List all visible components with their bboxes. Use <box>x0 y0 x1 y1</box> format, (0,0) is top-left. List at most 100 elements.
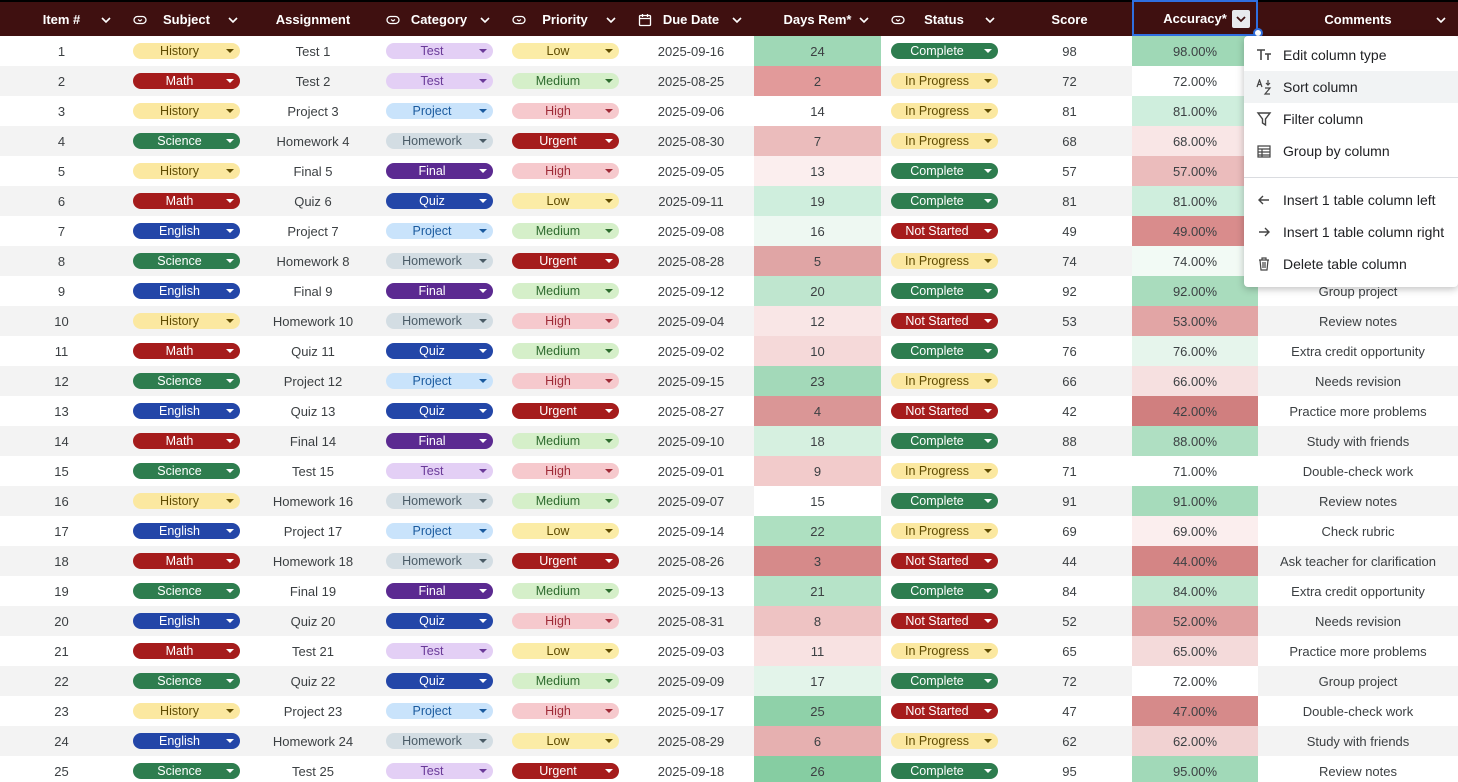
cell-assignment[interactable]: Final 9 <box>250 276 376 306</box>
cell-subject[interactable]: English <box>123 516 250 546</box>
cell-category[interactable]: Test <box>376 36 502 66</box>
cell-subject[interactable]: Science <box>123 576 250 606</box>
column-header-days[interactable]: Days Rem* <box>754 0 881 36</box>
category-chip[interactable]: Test <box>385 463 493 479</box>
cell-score[interactable]: 81 <box>1007 186 1132 216</box>
cell-priority[interactable]: High <box>502 606 628 636</box>
status-chip[interactable]: Complete <box>890 673 998 689</box>
cell-item[interactable]: 22 <box>0 666 123 696</box>
cell-category[interactable]: Project <box>376 516 502 546</box>
category-chip[interactable]: Final <box>385 283 493 299</box>
cell-score[interactable]: 92 <box>1007 276 1132 306</box>
cell-assignment[interactable]: Homework 16 <box>250 486 376 516</box>
cell-subject[interactable]: History <box>123 306 250 336</box>
category-chip[interactable]: Project <box>385 373 493 389</box>
cell-assignment[interactable]: Quiz 13 <box>250 396 376 426</box>
cell-subject[interactable]: Science <box>123 366 250 396</box>
category-chip[interactable]: Quiz <box>385 613 493 629</box>
cell-priority[interactable]: High <box>502 96 628 126</box>
category-chip[interactable]: Final <box>385 583 493 599</box>
cell-days[interactable]: 24 <box>754 36 881 66</box>
cell-accuracy[interactable]: 69.00% <box>1132 516 1258 546</box>
cell-accuracy[interactable]: 52.00% <box>1132 606 1258 636</box>
cell-days[interactable]: 12 <box>754 306 881 336</box>
cell-comments[interactable]: Practice more problems <box>1258 636 1458 666</box>
cell-subject[interactable]: Math <box>123 186 250 216</box>
cell-comments[interactable]: Study with friends <box>1258 426 1458 456</box>
cell-days[interactable]: 3 <box>754 546 881 576</box>
cell-subject[interactable]: English <box>123 276 250 306</box>
cell-status[interactable]: Complete <box>881 276 1007 306</box>
cell-days[interactable]: 14 <box>754 96 881 126</box>
chevron-down-icon[interactable] <box>226 13 240 27</box>
cell-assignment[interactable]: Test 15 <box>250 456 376 486</box>
cell-subject[interactable]: English <box>123 216 250 246</box>
cell-score[interactable]: 57 <box>1007 156 1132 186</box>
cell-status[interactable]: Complete <box>881 426 1007 456</box>
status-chip[interactable]: Not Started <box>890 613 998 629</box>
subject-chip[interactable]: Math <box>133 193 240 209</box>
cell-comments[interactable]: Double-check work <box>1258 456 1458 486</box>
cell-comments[interactable]: Study with friends <box>1258 726 1458 756</box>
cell-score[interactable]: 74 <box>1007 246 1132 276</box>
cell-category[interactable]: Homework <box>376 546 502 576</box>
cell-accuracy[interactable]: 91.00% <box>1132 486 1258 516</box>
status-chip[interactable]: Not Started <box>890 553 998 569</box>
cell-days[interactable]: 10 <box>754 336 881 366</box>
column-header-comments[interactable]: Comments <box>1258 0 1458 36</box>
cell-accuracy[interactable]: 76.00% <box>1132 336 1258 366</box>
priority-chip[interactable]: Urgent <box>511 133 619 149</box>
cell-accuracy[interactable]: 98.00% <box>1132 36 1258 66</box>
cell-due[interactable]: 2025-09-13 <box>628 576 754 606</box>
status-chip[interactable]: Not Started <box>890 313 998 329</box>
cell-subject[interactable]: Math <box>123 336 250 366</box>
cell-days[interactable]: 8 <box>754 606 881 636</box>
cell-category[interactable]: Test <box>376 756 502 782</box>
cell-priority[interactable]: Urgent <box>502 756 628 782</box>
cell-subject[interactable]: Science <box>123 126 250 156</box>
cell-comments[interactable]: Needs revision <box>1258 606 1458 636</box>
priority-chip[interactable]: Urgent <box>511 763 619 779</box>
cell-due[interactable]: 2025-08-25 <box>628 66 754 96</box>
cell-days[interactable]: 5 <box>754 246 881 276</box>
cell-score[interactable]: 88 <box>1007 426 1132 456</box>
cell-days[interactable]: 13 <box>754 156 881 186</box>
category-chip[interactable]: Project <box>385 523 493 539</box>
cell-assignment[interactable]: Quiz 6 <box>250 186 376 216</box>
cell-due[interactable]: 2025-09-12 <box>628 276 754 306</box>
status-chip[interactable]: Complete <box>890 163 998 179</box>
category-chip[interactable]: Quiz <box>385 193 493 209</box>
cell-days[interactable]: 17 <box>754 666 881 696</box>
cell-assignment[interactable]: Homework 18 <box>250 546 376 576</box>
chevron-down-icon[interactable] <box>983 13 997 27</box>
menu-item-filter-column[interactable]: Filter column <box>1244 103 1458 135</box>
category-chip[interactable]: Final <box>385 433 493 449</box>
cell-status[interactable]: In Progress <box>881 66 1007 96</box>
subject-chip[interactable]: Science <box>133 673 240 689</box>
cell-accuracy[interactable]: 84.00% <box>1132 576 1258 606</box>
category-chip[interactable]: Homework <box>385 253 493 269</box>
category-chip[interactable]: Test <box>385 73 493 89</box>
cell-subject[interactable]: History <box>123 96 250 126</box>
cell-score[interactable]: 72 <box>1007 66 1132 96</box>
subject-chip[interactable]: History <box>133 43 240 59</box>
cell-assignment[interactable]: Homework 8 <box>250 246 376 276</box>
cell-assignment[interactable]: Final 19 <box>250 576 376 606</box>
cell-score[interactable]: 81 <box>1007 96 1132 126</box>
subject-chip[interactable]: Science <box>133 463 240 479</box>
cell-assignment[interactable]: Quiz 20 <box>250 606 376 636</box>
cell-status[interactable]: In Progress <box>881 126 1007 156</box>
cell-item[interactable]: 15 <box>0 456 123 486</box>
subject-chip[interactable]: History <box>133 703 240 719</box>
cell-score[interactable]: 98 <box>1007 36 1132 66</box>
cell-score[interactable]: 76 <box>1007 336 1132 366</box>
cell-subject[interactable]: History <box>123 696 250 726</box>
cell-priority[interactable]: Low <box>502 516 628 546</box>
cell-due[interactable]: 2025-08-27 <box>628 396 754 426</box>
cell-accuracy[interactable]: 44.00% <box>1132 546 1258 576</box>
cell-due[interactable]: 2025-09-16 <box>628 36 754 66</box>
cell-due[interactable]: 2025-09-06 <box>628 96 754 126</box>
category-chip[interactable]: Quiz <box>385 673 493 689</box>
cell-accuracy[interactable]: 71.00% <box>1132 456 1258 486</box>
cell-days[interactable]: 6 <box>754 726 881 756</box>
